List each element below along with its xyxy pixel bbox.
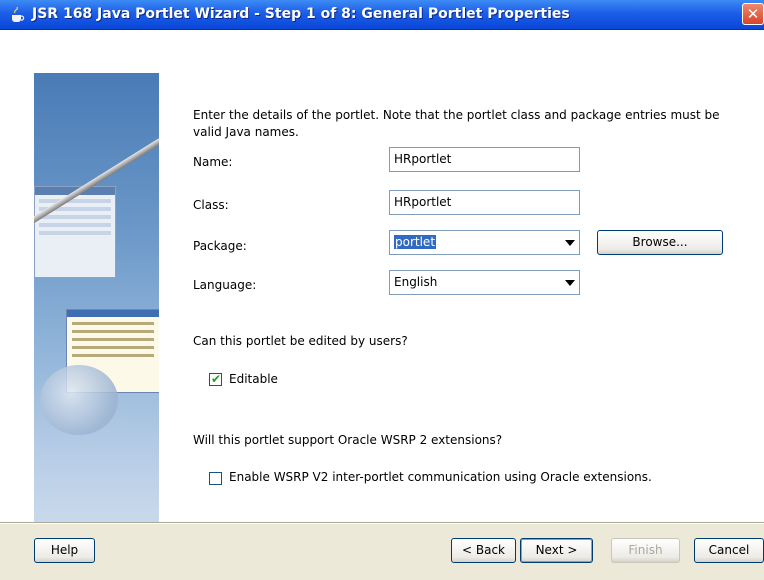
name-value: HRportlet — [394, 152, 452, 166]
editable-label[interactable]: Editable — [229, 372, 278, 386]
checkmark-icon: ✔ — [211, 372, 222, 386]
package-value: portlet — [394, 235, 437, 249]
wsrp-question: Will this portlet support Oracle WSRP 2 … — [193, 433, 503, 447]
finish-button[interactable]: Finish — [611, 538, 680, 563]
chevron-down-icon — [565, 279, 575, 286]
class-field[interactable]: HRportlet — [389, 190, 580, 215]
language-label: Language: — [193, 278, 257, 292]
back-button[interactable]: < Back — [451, 538, 516, 563]
wizard-side-image — [34, 73, 159, 523]
title-bar[interactable]: JSR 168 Java Portlet Wizard - Step 1 of … — [0, 0, 764, 30]
help-button[interactable]: Help — [34, 538, 95, 563]
button-bar: Help < Back Next > Finish Cancel — [0, 524, 764, 580]
wsrp-label[interactable]: Enable WSRP V2 inter-portlet communicati… — [229, 470, 652, 484]
window-title: JSR 168 Java Portlet Wizard - Step 1 of … — [32, 6, 570, 22]
language-dropdown-button[interactable] — [561, 271, 579, 294]
class-label: Class: — [193, 198, 229, 212]
language-value: English — [394, 275, 438, 289]
instructions-text: Enter the details of the portlet. Note t… — [193, 108, 720, 139]
editable-checkbox[interactable]: ✔ — [209, 372, 222, 386]
browse-button[interactable]: Browse... — [597, 230, 723, 255]
language-select[interactable]: English — [389, 270, 580, 295]
wsrp-checkbox[interactable] — [209, 472, 222, 485]
screenshot-illustration — [34, 186, 116, 278]
cancel-button[interactable]: Cancel — [694, 538, 764, 563]
dialog-content: Enter the details of the portlet. Note t… — [0, 30, 764, 580]
java-cup-icon — [12, 6, 25, 22]
package-dropdown-button[interactable] — [561, 231, 579, 254]
close-button[interactable]: ✕ — [742, 3, 764, 25]
class-value: HRportlet — [394, 195, 452, 209]
name-field[interactable]: HRportlet — [389, 147, 580, 172]
chevron-down-icon — [565, 239, 575, 246]
edit-question: Can this portlet be edited by users? — [193, 334, 408, 348]
name-label: Name: — [193, 155, 233, 169]
package-combo[interactable]: portlet — [389, 230, 580, 255]
next-button[interactable]: Next > — [520, 538, 593, 563]
close-icon: ✕ — [746, 5, 760, 23]
cup-illustration — [40, 365, 118, 435]
package-label: Package: — [193, 239, 247, 253]
